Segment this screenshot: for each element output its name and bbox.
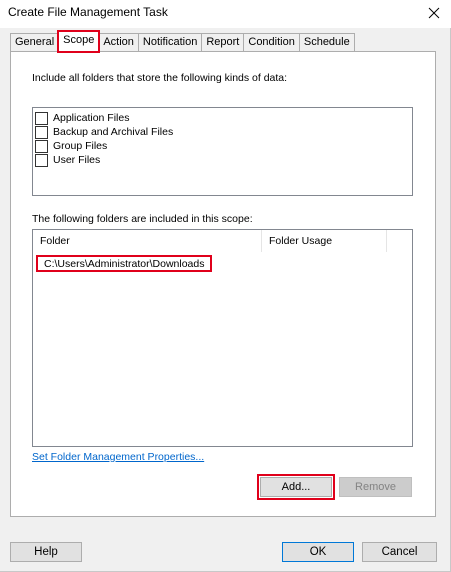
close-icon	[428, 7, 440, 19]
folders-label: The following folders are included in th…	[32, 213, 253, 225]
kind-group-files[interactable]: Group Files	[35, 139, 107, 153]
tab-scope[interactable]: Scope	[57, 30, 101, 53]
close-button[interactable]	[417, 0, 451, 26]
checkbox[interactable]	[35, 153, 48, 167]
tab-strip: General Scope Action Notification Report…	[10, 30, 355, 53]
cancel-button[interactable]: Cancel	[362, 542, 437, 562]
column-header-folder-usage[interactable]: Folder Usage	[262, 230, 387, 252]
column-header-folder[interactable]: Folder	[33, 230, 262, 252]
set-folder-management-properties-link[interactable]: Set Folder Management Properties...	[32, 451, 204, 463]
remove-button[interactable]: Remove	[339, 477, 412, 497]
checkbox[interactable]	[35, 125, 48, 139]
add-button[interactable]: Add...	[257, 474, 335, 500]
folder-path: C:\Users\Administrator\Downloads	[44, 258, 205, 270]
kind-backup-archival-files[interactable]: Backup and Archival Files	[35, 125, 173, 139]
kind-label: User Files	[53, 154, 101, 166]
ok-button[interactable]: OK	[282, 542, 354, 562]
window-title: Create File Management Task	[8, 5, 168, 19]
tab-report[interactable]: Report	[201, 33, 245, 52]
table-row[interactable]: C:\Users\Administrator\Downloads	[36, 255, 213, 272]
kinds-label: Include all folders that store the follo…	[32, 72, 288, 84]
tab-action[interactable]: Action	[98, 33, 139, 52]
folders-list[interactable]: Folder Folder Usage C:\Users\Administrat…	[32, 229, 413, 447]
tab-schedule[interactable]: Schedule	[298, 33, 355, 52]
checkbox[interactable]	[35, 111, 48, 125]
kind-user-files[interactable]: User Files	[35, 153, 100, 167]
scope-tab-panel: Include all folders that store the follo…	[10, 51, 436, 517]
data-kinds-list: Application Files Backup and Archival Fi…	[32, 107, 413, 196]
kind-application-files[interactable]: Application Files	[35, 111, 129, 125]
tab-condition[interactable]: Condition	[243, 33, 300, 52]
kind-label: Application Files	[53, 112, 130, 124]
checkbox[interactable]	[35, 139, 48, 153]
tab-notification[interactable]: Notification	[137, 33, 203, 52]
kind-label: Backup and Archival Files	[53, 126, 174, 138]
tab-general[interactable]: General	[10, 33, 60, 52]
dialog-window: Create File Management Task General Scop…	[0, 0, 451, 572]
kind-label: Group Files	[53, 140, 108, 152]
help-button[interactable]: Help	[10, 542, 82, 562]
title-bar: Create File Management Task	[0, 0, 451, 28]
